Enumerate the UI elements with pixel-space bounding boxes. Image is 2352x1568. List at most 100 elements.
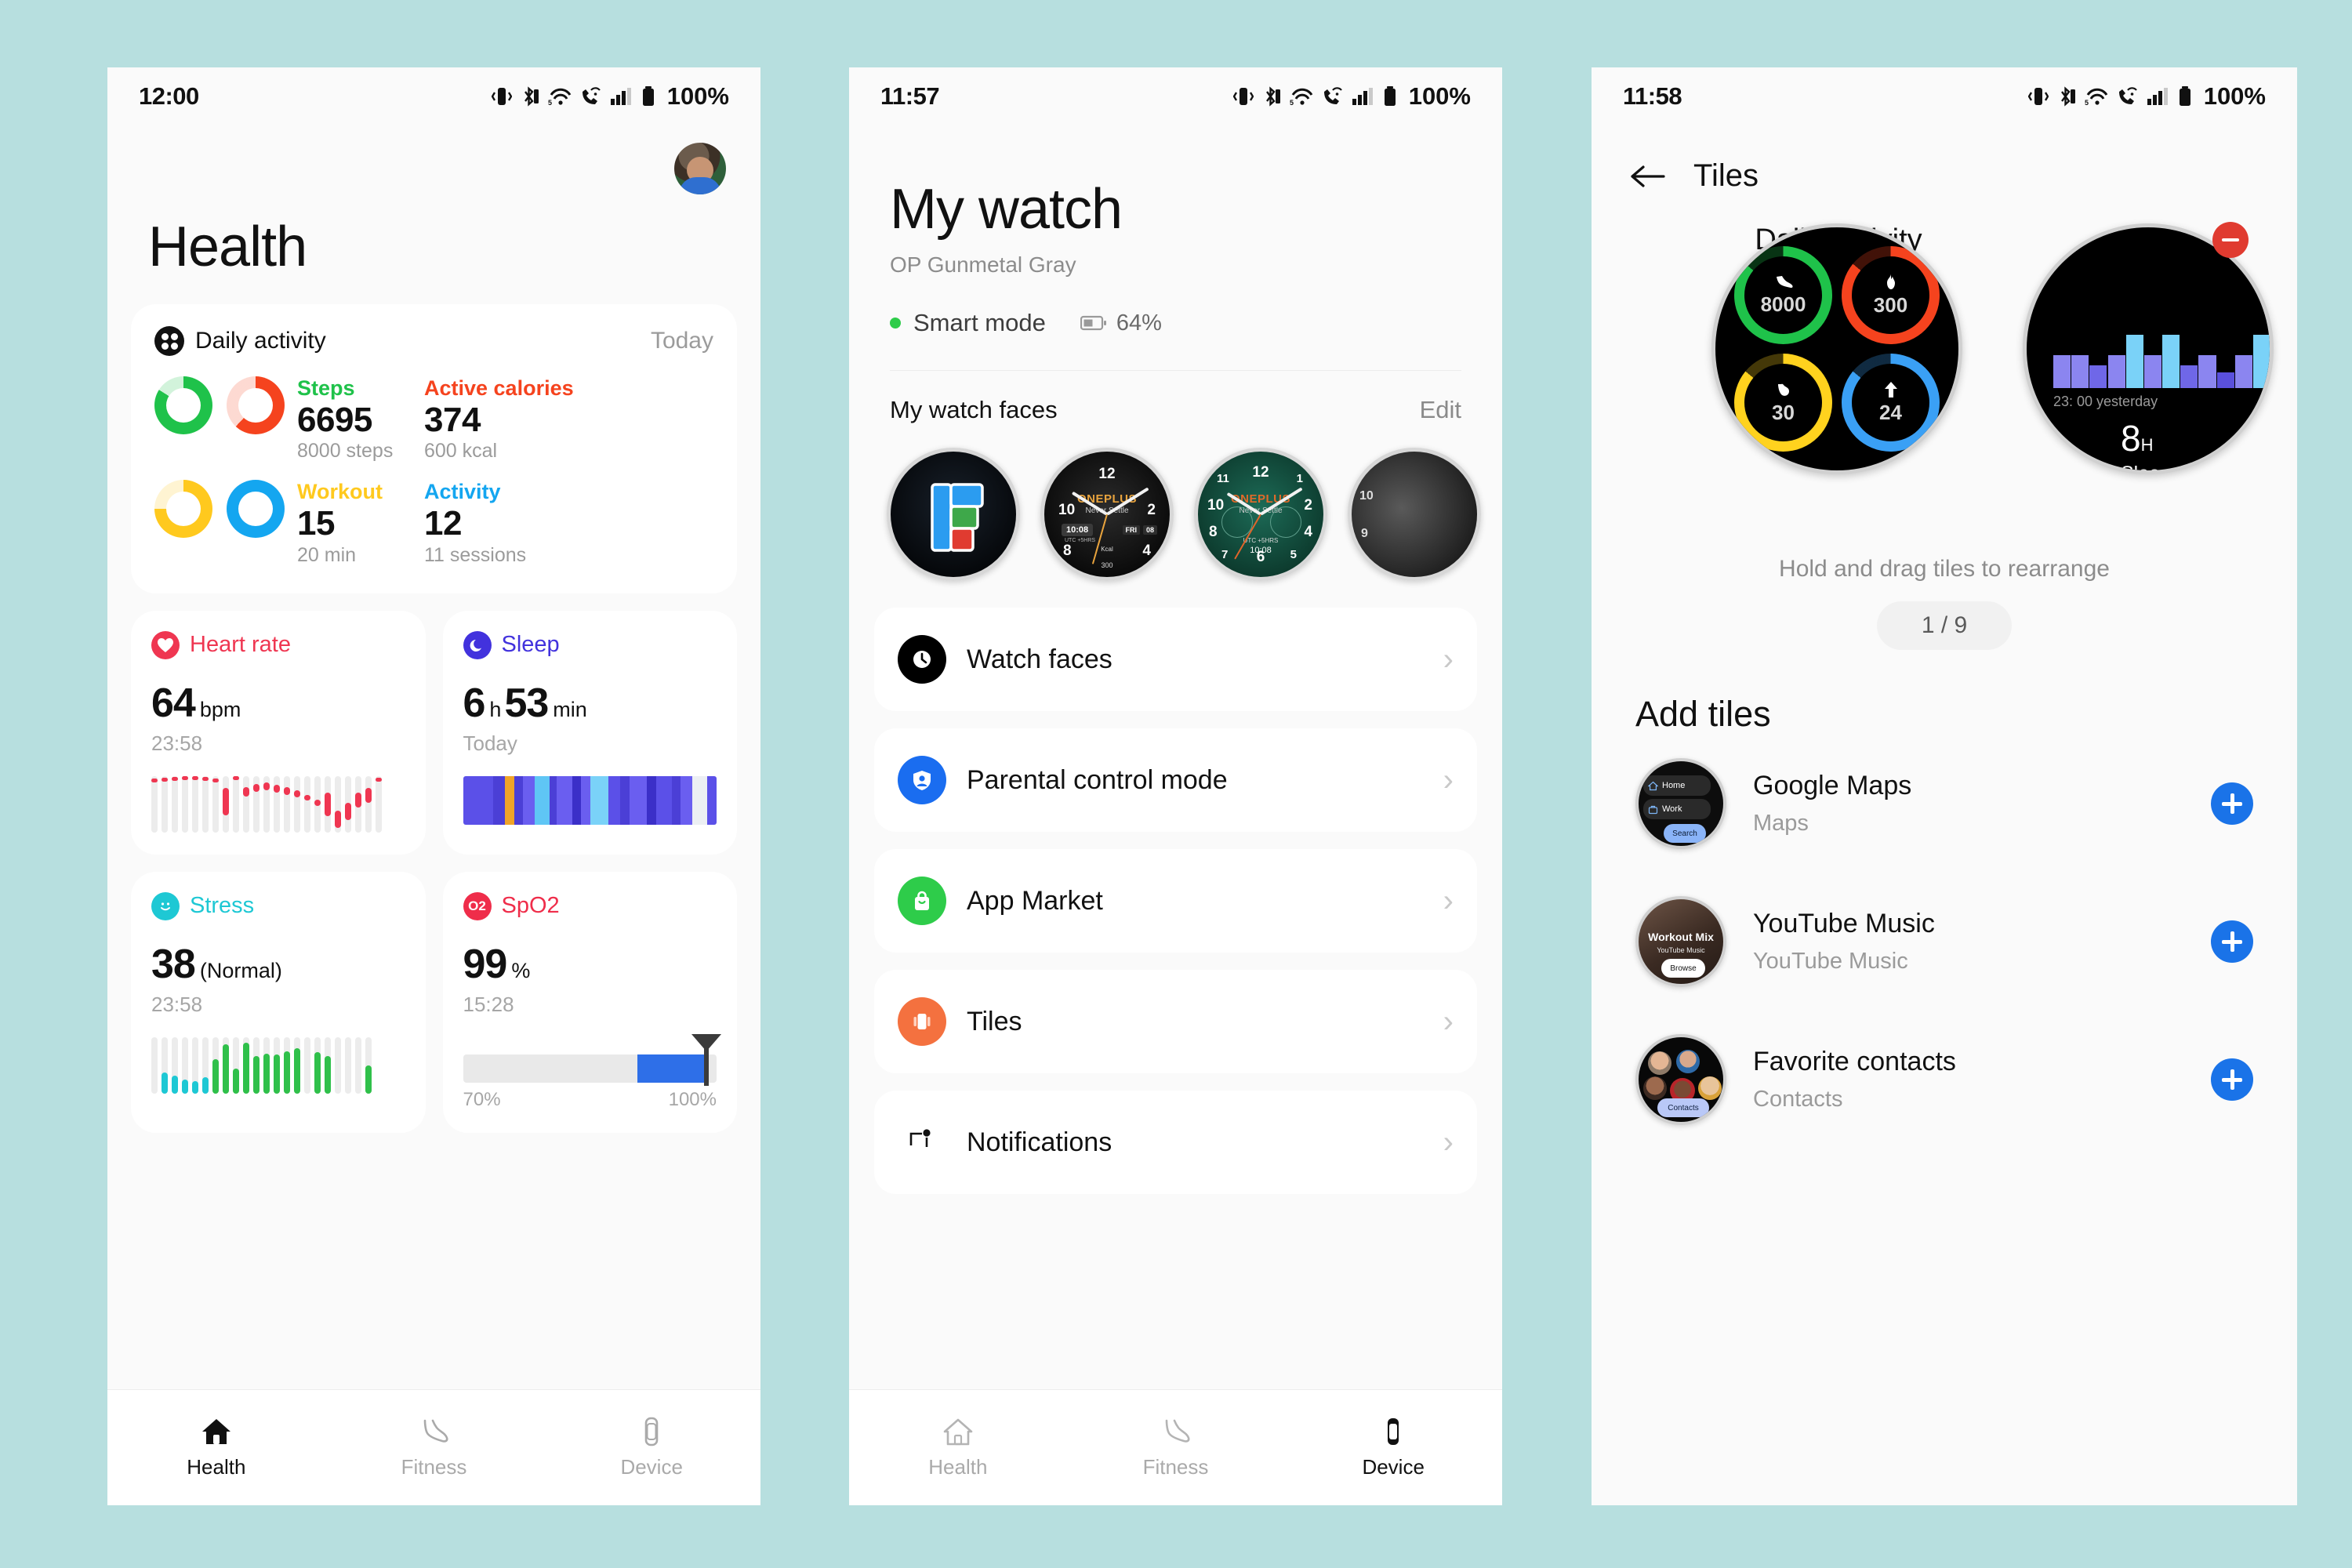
sleep-hours-unit: h — [489, 697, 502, 721]
svg-text:5: 5 — [548, 99, 552, 107]
muscle-icon — [1777, 383, 1789, 396]
maps-chip-search: Search — [1664, 824, 1706, 843]
add-button-maps[interactable] — [2211, 782, 2253, 825]
watch-faces-title: My watch faces — [890, 396, 1058, 423]
add-tile-text-contacts: Favorite contacts Contacts — [1753, 1047, 1956, 1112]
status-time: 12:00 — [139, 82, 199, 110]
tile-preview-daily-activity[interactable]: 8000 300 30 24 — [1711, 223, 1962, 474]
activity-row-1: Steps 6695 8000 steps Active calories 37… — [154, 376, 713, 463]
spo2-card[interactable]: O2 SpO2 99 % 15:28 70% 100% — [442, 871, 737, 1133]
heart-icon — [151, 630, 180, 659]
tile-preview-sleep[interactable]: 23: 00 yesterday 8H Slee — [2023, 223, 2274, 474]
contacts-chip-label: Contacts — [1668, 1103, 1699, 1112]
hour-marker-10: 10 — [1058, 502, 1076, 518]
calories-value: 374 — [424, 401, 481, 440]
sleep-card[interactable]: z Sleep 6 h 53 min Today — [442, 610, 737, 855]
nav-item-device-2[interactable]: Device — [1284, 1416, 1502, 1479]
back-arrow-icon[interactable] — [1629, 163, 1665, 190]
tiles-row[interactable]: 8000 300 30 24 23: 00 yesterday 8H Slee — [1592, 222, 2297, 482]
watch-face-flipboard[interactable] — [887, 448, 1020, 581]
tile-ring-activity: 24 — [1842, 354, 1940, 452]
add-tile-name-contacts: Favorite contacts — [1753, 1047, 1956, 1076]
nav-item-health[interactable]: Health — [107, 1416, 325, 1479]
add-button-ytmusic[interactable] — [2211, 920, 2253, 963]
watch-face-partial[interactable]: 10 9 — [1348, 448, 1481, 581]
watch-face-time: 10:08 — [1062, 524, 1094, 536]
menu-item-notifications[interactable]: Notifications › — [874, 1091, 1477, 1194]
contact-avatar-5 — [1698, 1076, 1722, 1100]
sleep-metric: 6 h 53 min — [463, 680, 717, 727]
add-tile-name-maps: Google Maps — [1753, 771, 1912, 800]
maps-chip-home: Home — [1643, 775, 1711, 796]
arrow-up-icon — [1884, 382, 1897, 397]
phone-screen-mywatch: 11:57 5 100% My watch OP Gunmetal Gray S… — [849, 67, 1502, 1505]
stress-label: Stress — [190, 893, 255, 919]
tiles-pager: 1 / 9 — [1877, 601, 2012, 650]
avatar[interactable] — [674, 143, 726, 194]
contacts-chip: Contacts — [1657, 1098, 1709, 1117]
add-tile-row-contacts[interactable]: Contacts Favorite contacts Contacts — [1592, 1011, 2297, 1149]
nav-item-fitness-2[interactable]: Fitness — [1067, 1416, 1285, 1479]
status-time-2: 11:57 — [880, 82, 940, 110]
watch-faces-carousel[interactable]: ONEPLUS Never Settle 12 10 2 8 4 10:08 U… — [849, 424, 1502, 581]
wifi-5-icon: 5 — [1290, 88, 1312, 107]
menu-item-parental-control[interactable]: Parental control mode › — [874, 728, 1477, 832]
ring-activity — [227, 480, 285, 539]
add-button-contacts[interactable] — [2211, 1058, 2253, 1101]
tile-sleep-caption: Slee — [2121, 463, 2161, 474]
daily-activity-card[interactable]: Daily activity Today Steps 6695 8000 ste… — [131, 304, 737, 593]
stress-state: (Normal) — [199, 958, 282, 982]
add-tiles-title: Add tiles — [1635, 694, 1771, 734]
nav-item-device[interactable]: Device — [543, 1416, 760, 1479]
status-icons: 5 100% — [491, 82, 729, 111]
stress-card[interactable]: Stress 38 (Normal) 23:58 — [131, 871, 426, 1133]
nav-label-device-2: Device — [1362, 1455, 1425, 1479]
heart-rate-card[interactable]: Heart rate 64 bpm 23:58 — [131, 610, 426, 855]
activity-label: Activity — [424, 480, 501, 504]
maps-chip-work: Work — [1643, 799, 1711, 819]
ring-pair-1 — [154, 376, 292, 434]
tile-ring-workout: 30 — [1734, 354, 1832, 452]
menu-label-tiles: Tiles — [967, 1006, 1022, 1036]
tile-sleep-unit: H — [2140, 435, 2154, 455]
nav-item-fitness[interactable]: Fitness — [325, 1416, 543, 1479]
o2-icon-text: O2 — [468, 898, 486, 913]
menu-label-notifications: Notifications — [967, 1127, 1112, 1157]
add-tile-row-ytmusic[interactable]: Workout Mix YouTube Music Browse YouTube… — [1592, 873, 2297, 1011]
watch-face-tz-2: UTC +5HRS — [1243, 537, 1279, 544]
edit-button[interactable]: Edit — [1420, 396, 1461, 424]
remove-tile-button[interactable] — [2212, 222, 2249, 258]
spo2-marker — [691, 1033, 722, 1086]
stat-activity: Activity 12 11 sessions — [419, 480, 546, 566]
menu-item-tiles[interactable]: Tiles › — [874, 970, 1477, 1073]
tiles-hint: Hold and drag tiles to rearrange — [1779, 556, 2110, 582]
tiles-toolbar: Tiles — [1592, 125, 2297, 194]
activity-row-2: Workout 15 20 min Activity 12 11 session… — [154, 480, 713, 566]
hour-marker-7b: 7 — [1221, 548, 1229, 561]
status-bar-2: 11:57 5 100% — [849, 67, 1502, 125]
tile-ring-grid: 8000 300 30 24 — [1734, 246, 1940, 452]
nav-item-health-2[interactable]: Health — [849, 1416, 1067, 1479]
add-tile-row-maps[interactable]: Home Work Search Google Maps Maps — [1592, 735, 2297, 873]
battery-percent-2: 100% — [1408, 82, 1471, 110]
watch-face-oneplus-dark[interactable]: ONEPLUS Never Settle 12 10 2 8 4 10:08 U… — [1040, 448, 1174, 581]
ytmusic-chip-browse: Browse — [1661, 959, 1705, 978]
device-battery-percent: 64% — [1116, 310, 1162, 336]
stat-steps: Steps 6695 8000 steps — [292, 376, 419, 463]
watch-face-tz: UTC +5HRS — [1065, 538, 1096, 543]
battery-icon — [1384, 86, 1396, 106]
wifi-5-icon: 5 — [2085, 88, 2107, 107]
menu-label-watch-faces: Watch faces — [967, 644, 1112, 674]
bluetooth-icon — [2060, 86, 2075, 107]
watch-face-day: FRI — [1122, 525, 1140, 535]
ytmusic-title: Workout Mix — [1648, 931, 1714, 943]
watch-face-oneplus-green[interactable]: ONEPLUS Never Settle 12 11 1 10 2 8 4 7 … — [1194, 448, 1327, 581]
stress-metric: 38 (Normal) — [151, 941, 405, 988]
avatar-container[interactable] — [107, 125, 760, 194]
heart-rate-sparkline — [151, 775, 405, 833]
svg-text:z: z — [477, 640, 481, 645]
hour-marker-11b: 11 — [1217, 472, 1229, 485]
menu-item-watch-faces[interactable]: Watch faces › — [874, 608, 1477, 711]
menu-item-app-market[interactable]: App Market › — [874, 849, 1477, 953]
tile-ring-workout-value: 30 — [1772, 401, 1795, 424]
